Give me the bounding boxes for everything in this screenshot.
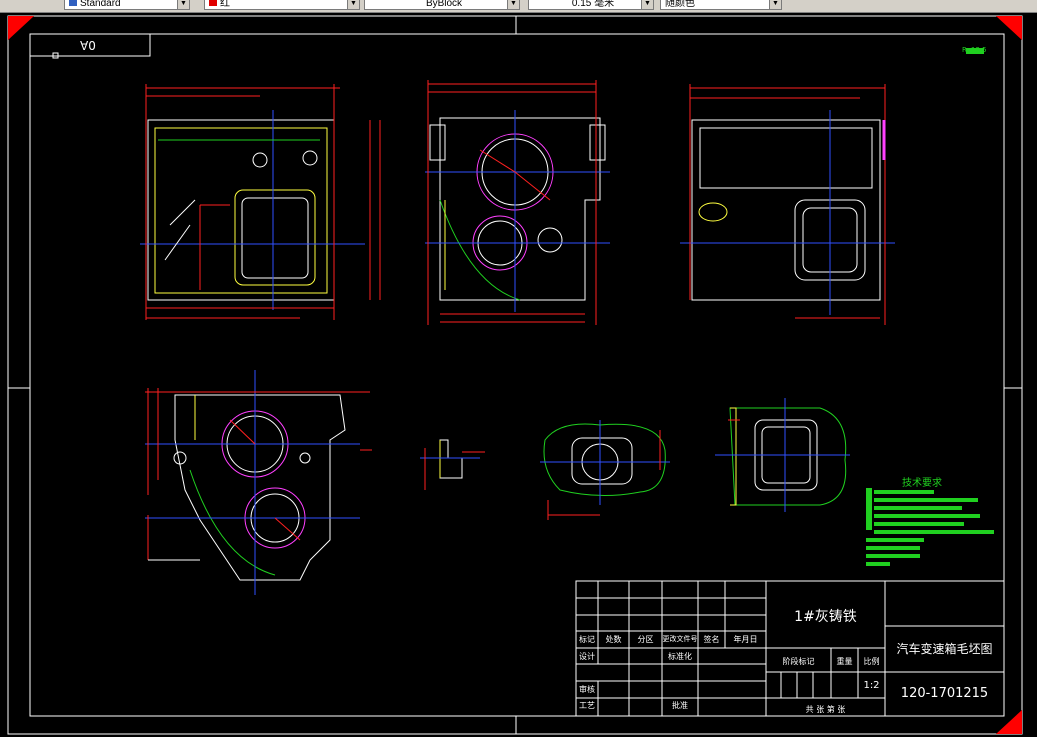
- design-label: 设计: [579, 652, 595, 661]
- chevron-down-icon[interactable]: ▼: [347, 0, 359, 9]
- stage-label: 阶段标记: [782, 657, 815, 666]
- linetype-combo[interactable]: ByBlock ▼: [364, 0, 520, 10]
- lineweight-value: 0.15 毫米: [571, 0, 615, 9]
- view-section: [145, 370, 372, 595]
- header-count: 处数: [605, 635, 622, 644]
- section-detail-b: [540, 420, 670, 520]
- review-label: 审核: [579, 685, 595, 694]
- drawing-name: 汽车变速箱毛坯图: [896, 642, 993, 656]
- text-style-icon: [69, 0, 77, 7]
- lineweight-combo[interactable]: 0.15 毫米 ▼: [528, 0, 654, 10]
- section-detail-a: [420, 439, 485, 490]
- color-value: 红: [220, 0, 230, 9]
- plot-style-value: 随颜色: [665, 0, 695, 9]
- text-style-combo[interactable]: Standard ▼: [64, 0, 190, 10]
- approve-label: 批准: [672, 701, 688, 710]
- chevron-down-icon[interactable]: ▼: [507, 0, 519, 9]
- header-change-doc: 更改文件号: [662, 635, 698, 643]
- material-text: 1#灰铸铁: [794, 609, 857, 625]
- standard-label: 标准化: [668, 652, 692, 661]
- header-zone: 分区: [637, 635, 654, 644]
- section-detail-c: [715, 398, 850, 512]
- drawing-canvas[interactable]: 0A Ra12.5 技术要求 标记 处数 分区 更改文件号 签名 年月日 设计 …: [0, 12, 1037, 737]
- plot-style-combo[interactable]: 随颜色 ▼: [660, 0, 782, 10]
- process-label: 工艺: [579, 701, 595, 710]
- weight-label: 重量: [836, 657, 853, 666]
- header-mark: 标记: [579, 635, 595, 644]
- corner-marker-tr: [996, 16, 1022, 40]
- text-style-value: Standard: [80, 0, 121, 9]
- color-swatch-icon: [209, 0, 217, 7]
- scale-value: 1:2: [863, 680, 880, 691]
- view-side: [425, 80, 610, 325]
- header-date: 年月日: [733, 635, 758, 644]
- view-top: [680, 84, 895, 325]
- chevron-down-icon[interactable]: ▼: [177, 0, 189, 9]
- linetype-value: ByBlock: [425, 0, 463, 9]
- tech-requirements-title: 技术要求: [902, 478, 942, 489]
- corner-marker-br: [996, 710, 1022, 734]
- sheets-label: 共 张 第 张: [805, 705, 846, 714]
- tech-requirements-bars: [866, 488, 994, 566]
- color-combo[interactable]: 红 ▼: [204, 0, 360, 10]
- chevron-down-icon[interactable]: ▼: [641, 0, 653, 9]
- view-front: [140, 84, 381, 320]
- corner-mark-label: Ra12.5: [962, 46, 987, 54]
- chevron-down-icon[interactable]: ▼: [769, 0, 781, 9]
- header-signature: 签名: [703, 635, 720, 644]
- scale-label: 比例: [863, 657, 880, 666]
- drawing-number: 120-1701215: [900, 686, 989, 701]
- sheet-label: 0A: [80, 38, 96, 52]
